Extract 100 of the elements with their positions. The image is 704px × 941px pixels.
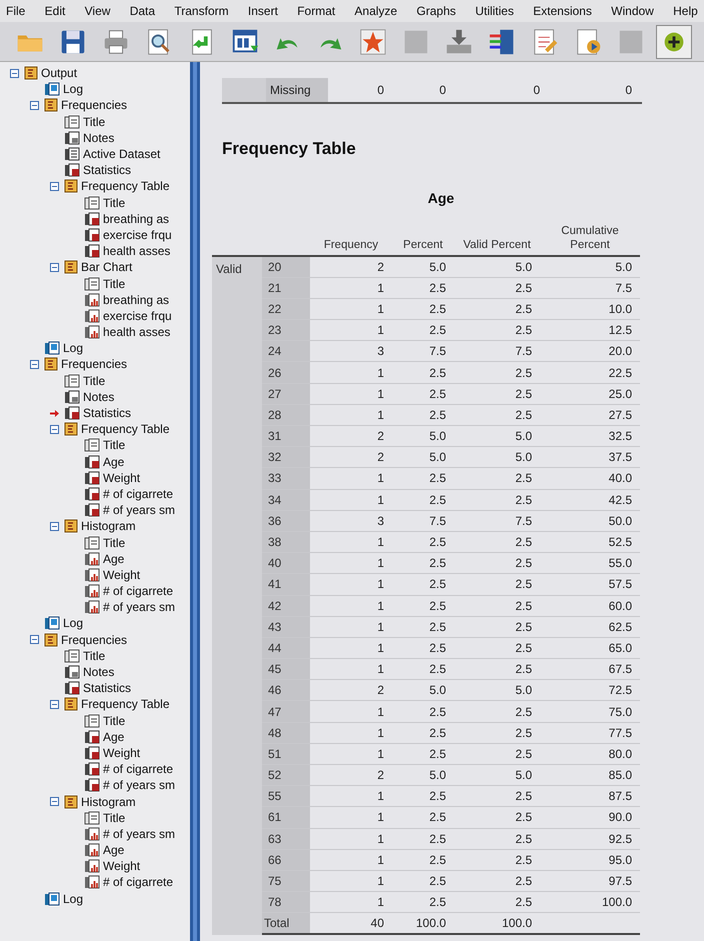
table-cell-text: 0: [438, 82, 447, 99]
outline-item[interactable]: health asses: [103, 326, 170, 338]
outline-item[interactable]: Weight: [103, 746, 140, 759]
menu-item[interactable]: Format: [297, 2, 336, 20]
outline-item[interactable]: # of years sm: [103, 828, 176, 840]
menu-item[interactable]: Help: [673, 2, 698, 20]
collapse-toggle[interactable]: [50, 182, 58, 191]
outline-item[interactable]: # of cigarrete: [103, 585, 174, 598]
table-cell-text: 2.5: [514, 322, 533, 340]
table-cell-text: 52.5: [608, 534, 633, 552]
outline-item[interactable]: Frequency Table: [81, 698, 170, 710]
outline-item[interactable]: Weight: [103, 860, 140, 872]
outline-item[interactable]: Notes: [83, 132, 114, 144]
outline-item[interactable]: Age: [103, 730, 124, 743]
outline-item[interactable]: # of years sm: [103, 504, 176, 516]
outline-item[interactable]: Statistics: [83, 682, 132, 694]
outline-item[interactable]: Statistics: [83, 164, 132, 176]
table-cell-text: 2: [376, 767, 385, 784]
table-cell-text: 90.0: [608, 809, 633, 826]
collapse-toggle[interactable]: [30, 360, 38, 369]
outline-item[interactable]: Log: [63, 83, 84, 96]
outline-item[interactable]: Title: [103, 278, 126, 290]
row-label: 51: [262, 744, 310, 764]
outline-item[interactable]: Age: [103, 844, 124, 856]
plus-icon[interactable]: [656, 24, 692, 58]
menu-item[interactable]: Edit: [44, 2, 66, 20]
table-cell-text: 1: [376, 406, 385, 424]
outline-item[interactable]: exercise frqu: [103, 310, 172, 322]
menu-item[interactable]: Window: [611, 2, 654, 20]
outline-item[interactable]: Age: [103, 456, 124, 468]
outline-item[interactable]: Notes: [83, 390, 114, 403]
outline-item[interactable]: Output: [41, 67, 78, 80]
outline-item[interactable]: Title: [103, 196, 126, 209]
chart-icon: [84, 308, 100, 323]
outline-item[interactable]: Title: [83, 116, 106, 128]
outline-item[interactable]: Frequencies: [61, 634, 128, 646]
title-icon: [84, 196, 100, 210]
table-cell-text: 5.0: [514, 428, 533, 446]
outline-item[interactable]: Histogram: [81, 520, 136, 532]
collapse-toggle[interactable]: [50, 262, 58, 272]
table-cell-text: 1: [376, 640, 385, 657]
row-label: 27: [262, 384, 310, 404]
outline-item[interactable]: Frequencies: [61, 358, 128, 370]
outline-item[interactable]: Title: [103, 812, 126, 824]
chart-icon: [84, 568, 100, 582]
outline-item[interactable]: Active Dataset: [83, 148, 160, 160]
table-cell-text: 22.5: [608, 364, 633, 382]
outline-item[interactable]: # of cigarrete: [103, 876, 174, 888]
book-icon: [64, 179, 78, 194]
collapse-toggle[interactable]: [30, 100, 38, 110]
outline-item[interactable]: Bar Chart: [81, 261, 132, 274]
outline-item[interactable]: Frequencies: [61, 99, 128, 112]
outline-item[interactable]: breathing as: [103, 212, 170, 225]
outline-item[interactable]: Title: [83, 374, 106, 387]
outline-item[interactable]: breathing as: [103, 294, 170, 306]
menu-item[interactable]: Utilities: [475, 2, 514, 20]
table-cell-text: 40.0: [608, 470, 633, 488]
outline-item[interactable]: exercise frqu: [103, 228, 172, 241]
table-cell-text: 62.5: [608, 618, 633, 636]
outline-item[interactable]: Title: [103, 714, 126, 727]
outline-item[interactable]: # of years sm: [103, 779, 176, 792]
outline-item[interactable]: Log: [63, 892, 84, 905]
book-icon: [44, 632, 58, 647]
collapse-toggle[interactable]: [50, 522, 58, 531]
table-cell-text: 5.0: [614, 258, 633, 276]
collapse-toggle[interactable]: [50, 424, 58, 434]
outline-item[interactable]: Notes: [83, 666, 114, 678]
chart-icon: [84, 843, 100, 858]
outline-item[interactable]: # of years sm: [103, 601, 176, 614]
table-cell-text: 2.5: [428, 894, 447, 912]
menu-item[interactable]: Analyze: [354, 2, 398, 20]
menu-item[interactable]: Insert: [248, 2, 278, 20]
collapse-toggle[interactable]: [30, 635, 38, 644]
menu-item[interactable]: Graphs: [416, 2, 456, 20]
outline-item[interactable]: Weight: [103, 472, 140, 484]
table-cell-text: 2.5: [428, 873, 447, 890]
outline-item[interactable]: Log: [63, 617, 84, 630]
outline-item[interactable]: Frequency Table: [81, 180, 170, 192]
collapse-toggle[interactable]: [50, 797, 58, 806]
collapse-toggle[interactable]: [10, 68, 18, 78]
menu-item[interactable]: File: [6, 2, 26, 20]
menu-item[interactable]: Extensions: [533, 2, 592, 20]
outline-item[interactable]: Statistics: [83, 407, 132, 420]
table-cell-text: 1: [376, 598, 385, 615]
collapse-toggle[interactable]: [50, 700, 58, 709]
table-cell-text: 2.5: [428, 598, 447, 615]
outline-item[interactable]: Title: [103, 536, 126, 549]
outline-item[interactable]: Weight: [103, 568, 140, 581]
outline-item[interactable]: health asses: [103, 245, 170, 258]
outline-item[interactable]: Log: [63, 342, 84, 354]
outline-item[interactable]: Title: [83, 650, 106, 662]
menu-item[interactable]: Transform: [174, 2, 229, 20]
outline-item[interactable]: Histogram: [81, 796, 136, 808]
outline-item[interactable]: # of cigarrete: [103, 763, 174, 776]
menu-item[interactable]: View: [84, 2, 110, 20]
outline-item[interactable]: Frequency Table: [81, 423, 170, 436]
menu-item[interactable]: Data: [130, 2, 156, 20]
outline-item[interactable]: Title: [103, 439, 126, 452]
outline-item[interactable]: Age: [103, 552, 124, 565]
outline-item[interactable]: # of cigarrete: [103, 488, 174, 500]
